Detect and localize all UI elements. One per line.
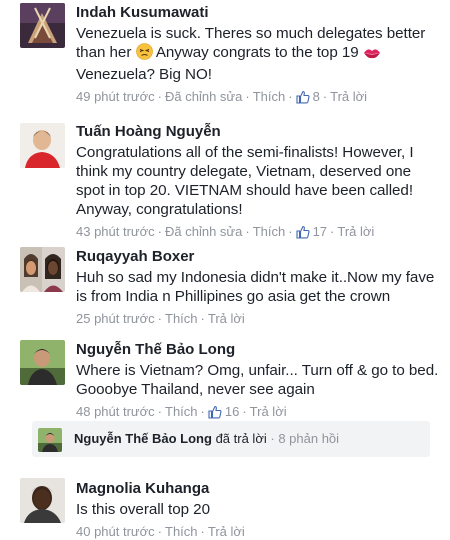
like-count[interactable]: 8 bbox=[313, 89, 320, 104]
commenter-name[interactable]: Magnolia Kuhanga bbox=[76, 480, 442, 498]
comment-meta: 25 phút trước · Thích · Trả lời bbox=[76, 311, 245, 326]
timestamp[interactable]: 49 phút trước bbox=[76, 89, 155, 104]
reply-link[interactable]: Trả lời bbox=[208, 524, 245, 539]
reply-separator: · bbox=[270, 431, 275, 446]
comment-text: Huh so sad my Indonesia didn't make it..… bbox=[76, 269, 435, 305]
reply-count[interactable]: 8 phản hồi bbox=[278, 431, 339, 446]
comment-text-part: Venezuela? Big NO! bbox=[76, 66, 212, 83]
avatar[interactable] bbox=[20, 247, 65, 292]
like-link[interactable]: Thích bbox=[165, 311, 198, 326]
avatar bbox=[38, 428, 62, 452]
avatar[interactable] bbox=[20, 123, 65, 168]
like-count[interactable]: 16 bbox=[225, 404, 239, 419]
reply-author[interactable]: Nguyễn Thế Bảo Long bbox=[74, 431, 212, 446]
timestamp[interactable]: 25 phút trước bbox=[76, 311, 155, 326]
reply-link[interactable]: Trả lời bbox=[250, 404, 287, 419]
commenter-name[interactable]: Indah Kusumawati bbox=[76, 4, 442, 22]
timestamp[interactable]: 40 phút trước bbox=[76, 524, 155, 539]
comment-text-part: Anyway congrats to the top 19 bbox=[152, 44, 363, 61]
kiss-mark-emoji bbox=[363, 46, 381, 65]
like-count[interactable]: 17 bbox=[313, 224, 327, 239]
commenter-name[interactable]: Tuấn Hoàng Nguyễn bbox=[76, 123, 442, 141]
edited-label[interactable]: Đã chỉnh sửa bbox=[165, 224, 242, 239]
commenter-name[interactable]: Nguyễn Thế Bảo Long bbox=[76, 341, 442, 359]
reply-link[interactable]: Trả lời bbox=[208, 311, 245, 326]
avatar[interactable] bbox=[20, 340, 65, 385]
comment-meta: 49 phút trước · Đã chỉnh sửa · Thích · 8 · Trả l… bbox=[76, 89, 442, 108]
timestamp[interactable]: 48 phút trước bbox=[76, 404, 155, 419]
reply-link[interactable]: Trả lời bbox=[330, 89, 367, 104]
commenter-name[interactable]: Ruqayyah Boxer bbox=[76, 248, 442, 266]
timestamp[interactable]: 43 phút trước bbox=[76, 224, 155, 239]
thumbs-up-icon[interactable] bbox=[296, 90, 310, 108]
like-link[interactable]: Thích bbox=[165, 524, 198, 539]
persevering-face-emoji bbox=[135, 43, 153, 65]
like-link[interactable]: Thích bbox=[253, 224, 286, 239]
comment-text: Congratulations all of the semi-finalist… bbox=[76, 144, 414, 218]
reply-action: đã trả lời bbox=[215, 431, 267, 446]
comment-text: Is this overall top 20 bbox=[76, 501, 210, 518]
comment-text: Venezuela is suck. Theres so much delega… bbox=[76, 24, 442, 84]
reply-summary[interactable]: Nguyễn Thế Bảo Long đã trả lời · 8 phản … bbox=[74, 431, 339, 447]
comment-text: Where is Vietnam? Omg, unfair... Turn of… bbox=[76, 362, 439, 398]
thumbs-up-icon[interactable] bbox=[296, 225, 310, 243]
reply-link[interactable]: Trả lời bbox=[337, 224, 374, 239]
avatar[interactable] bbox=[20, 3, 65, 48]
like-link[interactable]: Thích bbox=[165, 404, 198, 419]
avatar[interactable] bbox=[20, 478, 65, 523]
view-replies-bar[interactable]: Nguyễn Thế Bảo Long đã trả lời · 8 phản … bbox=[32, 421, 430, 457]
edited-label[interactable]: Đã chỉnh sửa bbox=[165, 89, 242, 104]
comment-meta: 43 phút trước · Đã chỉnh sửa · Thích · 17 · Trả … bbox=[76, 224, 442, 243]
like-link[interactable]: Thích bbox=[253, 89, 286, 104]
